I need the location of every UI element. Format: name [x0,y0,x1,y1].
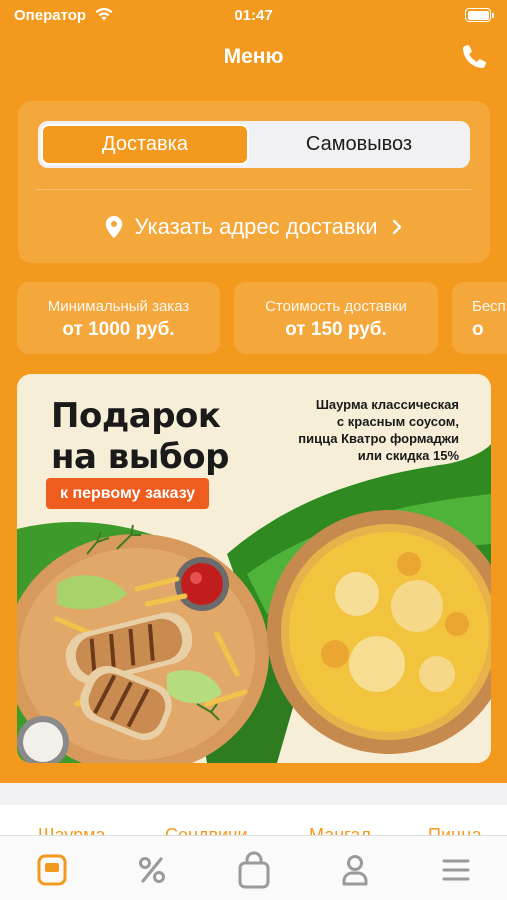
tab-delivery[interactable]: Доставка [41,124,249,165]
tab-promotions[interactable] [132,850,172,890]
menu-icon [37,854,67,886]
percent-icon [139,857,165,883]
category-tab-sandwiches[interactable]: Сендвичи [165,825,248,835]
category-tab-grill[interactable]: Мангал [309,825,371,835]
chevron-right-icon [393,219,402,235]
profile-icon [342,855,368,886]
delivery-cost-label: Стоимость доставки [265,298,407,315]
tab-cart[interactable] [234,850,274,890]
category-tab-pizza[interactable]: Пицца [428,825,482,835]
tab-profile[interactable] [335,850,375,890]
tab-menu[interactable] [32,850,72,890]
cart-icon [238,851,270,889]
free-delivery-label: Бесп [472,298,506,315]
banner-desc-line-4: или скидка 15% [357,448,459,463]
status-bar: Оператор 01:47 [0,4,507,28]
delivery-cost-value: от 150 руб. [285,319,387,340]
min-order-value: от 1000 руб. [62,319,175,340]
delivery-card: Доставка Самовывоз Указать адрес доставк… [18,101,490,263]
tab-more[interactable] [436,850,476,890]
location-pin-icon [105,216,122,238]
divider [36,189,472,190]
info-chip-min-order: Минимальный заказ от 1000 руб. [17,282,220,354]
min-order-label: Минимальный заказ [47,298,190,315]
info-chip-delivery-cost: Стоимость доставки от 150 руб. [234,282,438,354]
tab-pickup[interactable]: Самовывоз [251,124,467,165]
banner-description: Шаурма классическая с красным соусом, пи… [239,396,459,464]
banner-title-line-2: на выбор [51,437,229,477]
bottom-tab-bar [0,835,507,900]
banner-desc-line-3: пицца Кватро формаджи [298,431,459,446]
info-chip-free-delivery: Бесп о [452,282,507,354]
banner-title-line-1: Подарок [51,396,221,436]
set-address-button[interactable]: Указать адрес доставки [18,209,490,245]
section-spacer [0,783,507,805]
category-tab-shawarma[interactable]: Шаурма [38,825,106,835]
page-title: Меню [223,45,284,68]
set-address-label: Указать адрес доставки [134,214,378,239]
promo-banner[interactable]: Подарок на выбор к первому заказу Шаурма… [17,374,491,763]
banner-desc-line-1: Шаурма классическая [315,397,459,412]
free-delivery-value: о [472,319,484,340]
category-tabs: Шаурма Сендвичи Мангал Пицца [0,805,507,835]
app-screen: Оператор 01:47 Меню Доставка Самовывоз У… [0,0,507,900]
battery-icon [465,8,494,22]
clock: 01:47 [234,7,273,24]
phone-icon[interactable] [459,42,489,72]
hamburger-icon [442,859,470,881]
banner-title: Подарок на выбор [51,396,229,478]
banner-desc-line-2: с красным соусом, [336,414,459,429]
banner-subtitle-badge: к первому заказу [46,478,210,509]
delivery-mode-segmented-control: Доставка Самовывоз [38,121,470,168]
